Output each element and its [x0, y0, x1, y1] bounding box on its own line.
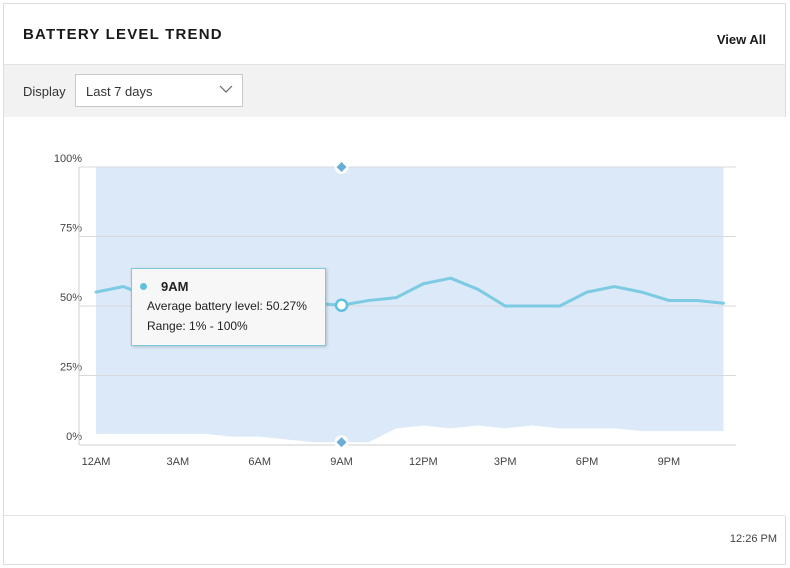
x-tick-label: 3AM — [167, 456, 190, 468]
x-tick-label: 9AM — [330, 456, 353, 468]
chart-tooltip: 9AM Average battery level: 50.27% Range:… — [131, 268, 326, 346]
last-updated-time: 12:26 PM — [729, 533, 777, 545]
tooltip-range: Range: 1% - 100% — [147, 319, 248, 333]
x-tick-label: 6AM — [248, 456, 271, 468]
x-tick-label: 3PM — [494, 456, 517, 468]
y-tick-label: 0% — [66, 431, 82, 443]
x-tick-label: 6PM — [576, 456, 599, 468]
tooltip-average: Average battery level: 50.27% — [147, 299, 307, 313]
x-tick-label: 12AM — [82, 456, 111, 468]
x-tick-label: 9PM — [658, 456, 681, 468]
tooltip-series-marker — [140, 283, 147, 290]
tooltip-title: 9AM — [161, 279, 189, 294]
highlight-point — [334, 298, 349, 312]
x-tick-label: 12PM — [409, 456, 438, 468]
battery-level-chart: 0%25%50%75%100%12AM 3AM 6AM 9AM 12PM 3PM 6PM 9P… — [4, 117, 787, 516]
y-tick-label: 100% — [54, 153, 82, 165]
battery-trend-card: BATTERY LEVEL TREND View All Display Las… — [3, 3, 787, 565]
card-footer: 12:26 PM — [4, 515, 785, 564]
